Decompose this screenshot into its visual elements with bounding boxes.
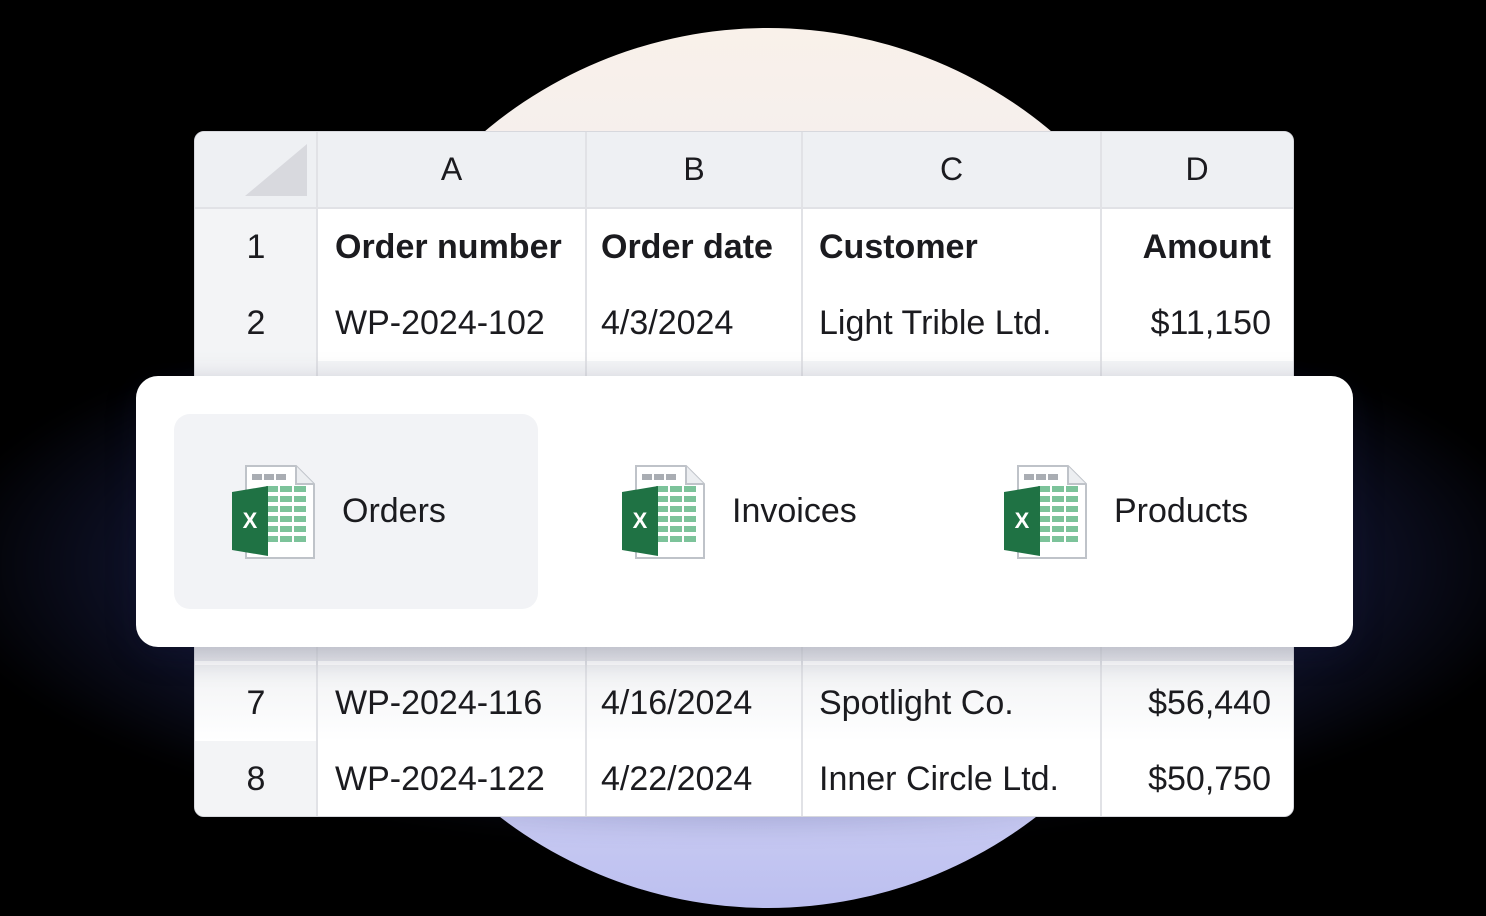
- column-header-c[interactable]: C: [802, 132, 1101, 207]
- column-header-d[interactable]: D: [1101, 132, 1293, 207]
- svg-text:X: X: [1015, 508, 1030, 533]
- file-option-invoices[interactable]: X Invoices: [566, 414, 930, 609]
- header-cell-order-number[interactable]: Order number: [335, 209, 562, 285]
- table-row: 7 WP-2024-116 4/16/2024 Spotlight Co. $5…: [195, 665, 1293, 743]
- cell-order-date[interactable]: 4/16/2024: [601, 665, 752, 741]
- cell-order-date[interactable]: 4/22/2024: [601, 741, 752, 816]
- file-option-orders[interactable]: X Orders: [174, 414, 538, 609]
- file-label-products: Products: [1114, 492, 1249, 530]
- cell-customer[interactable]: Light Trible Ltd.: [819, 285, 1051, 361]
- table-row: 1 Order number Order date Customer Amoun…: [195, 209, 1293, 287]
- cell-order-number[interactable]: WP-2024-102: [335, 285, 545, 361]
- svg-text:X: X: [633, 508, 648, 533]
- svg-text:X: X: [243, 508, 258, 533]
- column-header-a[interactable]: A: [317, 132, 586, 207]
- excel-file-icon: X: [232, 464, 315, 559]
- cell-customer[interactable]: Spotlight Co.: [819, 665, 1014, 741]
- column-header-b[interactable]: B: [586, 132, 802, 207]
- table-row: 8 WP-2024-122 4/22/2024 Inner Circle Ltd…: [195, 741, 1293, 816]
- excel-file-icon: X: [1004, 464, 1087, 559]
- file-option-products[interactable]: X Products: [946, 414, 1326, 609]
- row-number[interactable]: 1: [195, 209, 317, 285]
- header-cell-order-date[interactable]: Order date: [601, 209, 773, 285]
- row-number[interactable]: 8: [195, 741, 317, 816]
- cell-amount[interactable]: $56,440: [1101, 665, 1271, 741]
- cell-customer[interactable]: Inner Circle Ltd.: [819, 741, 1059, 816]
- file-label-invoices: Invoices: [732, 492, 857, 530]
- row-number[interactable]: 7: [195, 665, 317, 741]
- cell-order-number[interactable]: WP-2024-122: [335, 741, 545, 816]
- select-all-corner[interactable]: [195, 132, 317, 207]
- file-picker: X Orders X Invoices X Products: [136, 376, 1353, 647]
- cell-order-number[interactable]: WP-2024-116: [335, 665, 542, 741]
- header-cell-customer[interactable]: Customer: [819, 209, 978, 285]
- row-number[interactable]: 2: [195, 285, 317, 361]
- file-label-orders: Orders: [342, 492, 446, 530]
- cell-amount[interactable]: $11,150: [1101, 285, 1271, 361]
- select-all-triangle-icon: [245, 144, 307, 196]
- cell-order-date[interactable]: 4/3/2024: [601, 285, 733, 361]
- cell-amount[interactable]: $50,750: [1101, 741, 1271, 816]
- excel-file-icon: X: [622, 464, 705, 559]
- column-header-row: A B C D: [195, 132, 1293, 209]
- table-row: 2 WP-2024-102 4/3/2024 Light Trible Ltd.…: [195, 285, 1293, 363]
- header-cell-amount[interactable]: Amount: [1101, 209, 1271, 285]
